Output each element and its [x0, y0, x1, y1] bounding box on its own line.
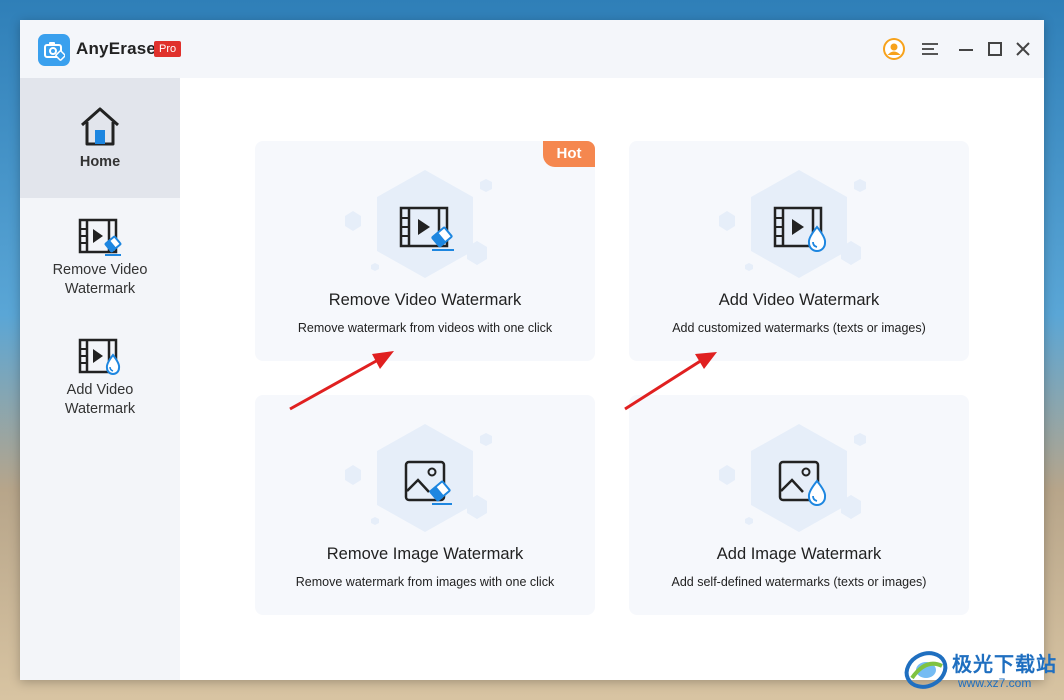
- card-add-image-watermark[interactable]: Add Image Watermark Add self-defined wat…: [629, 395, 969, 615]
- card-remove-video-watermark[interactable]: Hot Remove Video Watermark Remove waterm…: [255, 141, 595, 361]
- remove-video-icon: [78, 218, 122, 256]
- card-title: Add Image Watermark: [716, 545, 882, 563]
- app-logo-icon: [38, 34, 70, 66]
- app-title: AnyErase: [76, 39, 157, 58]
- hot-badge: Hot: [543, 141, 595, 167]
- maximize-icon[interactable]: [983, 37, 1007, 61]
- sidebar-item-add-video[interactable]: Add Video Watermark: [20, 318, 180, 438]
- pro-badge: Pro: [154, 41, 182, 57]
- sidebar-item-label: Add Video Watermark: [64, 382, 136, 417]
- card-title: Add Video Watermark: [718, 291, 880, 309]
- minimize-icon[interactable]: [954, 37, 978, 61]
- card-add-video-watermark[interactable]: Add Video Watermark Add customized water…: [629, 141, 969, 361]
- site-watermark: 极光下载站 www.xz7.com: [900, 646, 1060, 696]
- card-description: Remove watermark from images with one cl…: [295, 575, 555, 589]
- sidebar: Home Remove Video Watermark Add Video Wa…: [20, 78, 180, 680]
- card-title: Remove Image Watermark: [326, 545, 524, 563]
- card-remove-image-watermark[interactable]: Remove Image Watermark Remove watermark …: [255, 395, 595, 615]
- account-icon[interactable]: [882, 37, 906, 61]
- app-window: AnyErase Pro Home Remove Video Watermark…: [20, 20, 1044, 680]
- card-description: Remove watermark from videos with one cl…: [297, 321, 553, 335]
- site-watermark-url: www.xz7.com: [958, 676, 1032, 690]
- sidebar-item-home[interactable]: Home: [20, 78, 180, 198]
- card-illustration: [719, 170, 866, 278]
- annotation-arrow: [624, 352, 717, 411]
- add-video-icon: [78, 338, 121, 375]
- sidebar-item-label: Remove Video Watermark: [52, 262, 148, 297]
- sidebar-item-remove-video[interactable]: Remove Video Watermark: [20, 198, 180, 318]
- card-description: Add customized watermarks (texts or imag…: [672, 321, 926, 335]
- menu-icon[interactable]: [918, 37, 942, 61]
- home-icon: [81, 107, 119, 145]
- annotation-arrow: [289, 351, 394, 411]
- site-logo-icon: [904, 651, 948, 689]
- close-icon[interactable]: [1011, 37, 1035, 61]
- card-illustration: [345, 170, 492, 278]
- title-bar: AnyErase Pro: [20, 20, 1044, 78]
- card-title: Remove Video Watermark: [328, 291, 522, 309]
- site-watermark-text: 极光下载站: [952, 654, 1057, 676]
- sidebar-item-label: Home: [79, 153, 121, 170]
- card-description: Add self-defined watermarks (texts or im…: [671, 575, 927, 589]
- main-content: Hot Remove Video Watermark Remove waterm…: [180, 78, 1044, 680]
